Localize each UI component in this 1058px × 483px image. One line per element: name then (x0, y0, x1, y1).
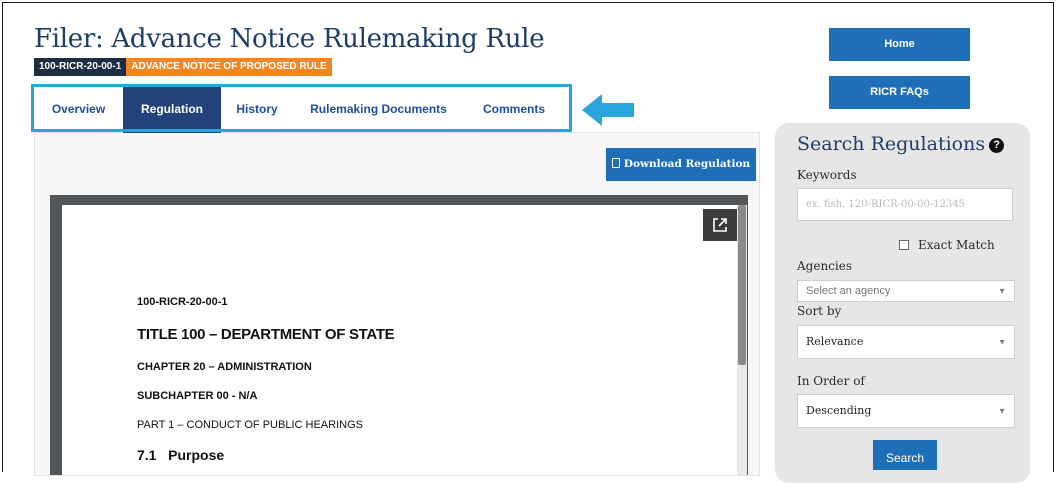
popout-button[interactable] (703, 209, 737, 241)
tab-regulation[interactable]: Regulation (123, 86, 221, 133)
document-section-heading: 7.1 Purpose (137, 447, 224, 463)
agency-select-value: Select an agency (806, 285, 891, 297)
tab-bar: Overview Regulation History Rulemaking D… (34, 86, 760, 133)
page-title: Filer: Advance Notice Rulemaking Rule (34, 24, 545, 54)
section-title: Purpose (168, 447, 225, 463)
document-part: PART 1 – CONDUCT OF PUBLIC HEARINGS (137, 419, 363, 431)
document-title: TITLE 100 – DEPARTMENT OF STATE (137, 326, 395, 343)
search-panel-title: Search Regulations? (797, 133, 1005, 155)
sort-by-value: Relevance (806, 335, 864, 348)
document-scrollbar[interactable] (737, 205, 747, 475)
exact-match-checkbox[interactable] (899, 240, 909, 250)
exact-match-label: Exact Match (918, 238, 995, 252)
ricr-faqs-button[interactable]: RICR FAQs (829, 76, 970, 109)
document-id-line: 100-RICR-20-00-1 (137, 296, 228, 308)
sort-by-label: Sort by (797, 304, 842, 318)
section-number: 7.1 (137, 447, 157, 463)
order-label: In Order of (797, 374, 865, 388)
status-badge: ADVANCE NOTICE OF PROPOSED RULE (126, 58, 332, 76)
tab-rulemaking-documents[interactable]: Rulemaking Documents (293, 86, 464, 133)
order-value: Descending (806, 404, 872, 417)
pdf-icon (611, 158, 620, 168)
search-button[interactable]: Search (873, 440, 937, 470)
scrollbar-thumb[interactable] (738, 205, 746, 365)
document-subchapter: SUBCHAPTER 00 - N/A (137, 390, 258, 402)
download-regulation-label: Download Regulation (623, 158, 751, 170)
download-regulation-button[interactable]: Download Regulation (606, 148, 756, 181)
keywords-input[interactable] (797, 188, 1013, 221)
tab-comments[interactable]: Comments (464, 86, 564, 133)
chevron-down-icon: ▼ (998, 286, 1006, 296)
sort-by-select[interactable]: Relevance ▼ (797, 325, 1015, 359)
external-link-icon (713, 218, 727, 232)
badge-group: 100-RICR-20-00-1 ADVANCE NOTICE OF PROPO… (34, 58, 332, 76)
order-select[interactable]: Descending ▼ (797, 394, 1015, 428)
tab-history[interactable]: History (221, 86, 293, 133)
regulation-id-badge: 100-RICR-20-00-1 (34, 58, 127, 76)
keywords-label: Keywords (797, 168, 857, 182)
chevron-down-icon: ▼ (998, 406, 1006, 416)
search-title-text: Search Regulations (797, 133, 986, 155)
document-chapter: CHAPTER 20 – ADMINISTRATION (137, 361, 312, 373)
tab-overview[interactable]: Overview (34, 86, 123, 133)
pointer-arrow-icon (582, 94, 634, 126)
agency-select[interactable]: Select an agency ▼ (797, 280, 1015, 302)
agencies-label: Agencies (797, 259, 852, 273)
help-icon[interactable]: ? (989, 138, 1005, 153)
home-button[interactable]: Home (829, 28, 970, 61)
chevron-down-icon: ▼ (998, 337, 1006, 347)
